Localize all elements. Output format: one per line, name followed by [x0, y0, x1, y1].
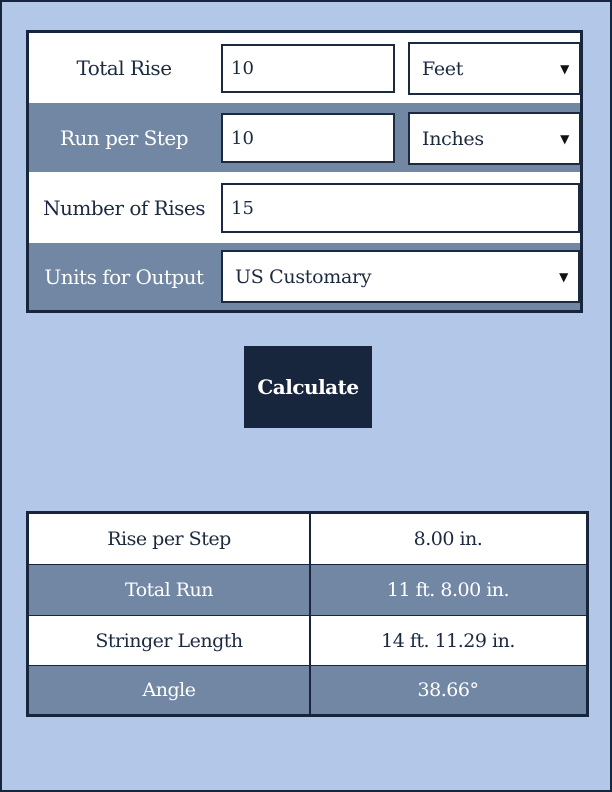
input-form: Total Rise Feet ▼ Run per Step Inches ▼ …: [26, 30, 583, 313]
total-rise-row: Total Rise Feet ▼: [29, 33, 581, 102]
result-value: 8.00 in.: [413, 528, 483, 550]
calculator-frame: Total Rise Feet ▼ Run per Step Inches ▼ …: [0, 0, 612, 792]
run-per-step-unit-value: Inches: [422, 127, 484, 150]
column-divider: [309, 514, 311, 714]
result-value: 11 ft. 8.00 in.: [386, 579, 510, 601]
total-rise-unit-value: Feet: [422, 57, 464, 80]
result-row: Total Run 11 ft. 8.00 in.: [29, 565, 586, 615]
row-divider: [29, 665, 586, 666]
result-label: Total Run: [125, 579, 214, 601]
chevron-down-icon: ▼: [559, 269, 568, 284]
total-rise-label: Total Rise: [76, 55, 172, 80]
results-table: Rise per Step 8.00 in. Total Run 11 ft. …: [26, 511, 589, 717]
result-row: Stringer Length 14 ft. 11.29 in.: [29, 616, 586, 666]
number-of-rises-row: Number of Rises: [29, 173, 580, 242]
total-rise-input[interactable]: [221, 44, 395, 93]
row-divider: [29, 564, 586, 565]
total-rise-unit-select[interactable]: Feet ▼: [408, 42, 581, 95]
calculate-button[interactable]: Calculate: [244, 346, 372, 428]
result-label: Rise per Step: [107, 528, 231, 550]
row-divider: [29, 615, 586, 616]
number-of-rises-input[interactable]: [221, 183, 580, 233]
number-of-rises-label: Number of Rises: [42, 195, 206, 220]
run-per-step-input[interactable]: [221, 113, 395, 163]
units-for-output-label: Units for Output: [44, 264, 204, 289]
units-for-output-select[interactable]: US Customary ▼: [221, 250, 580, 303]
result-label: Angle: [142, 679, 196, 701]
result-label: Stringer Length: [95, 630, 243, 652]
result-value: 38.66°: [417, 679, 479, 701]
chevron-down-icon: ▼: [560, 131, 569, 146]
units-for-output-row: Units for Output US Customary ▼: [29, 243, 580, 310]
chevron-down-icon: ▼: [560, 61, 569, 76]
result-row: Angle 38.66°: [29, 666, 586, 714]
run-per-step-row: Run per Step Inches ▼: [29, 103, 581, 172]
result-row: Rise per Step 8.00 in.: [29, 514, 586, 564]
result-value: 14 ft. 11.29 in.: [381, 630, 515, 652]
units-for-output-value: US Customary: [235, 265, 372, 288]
run-per-step-label: Run per Step: [59, 125, 189, 150]
run-per-step-unit-select[interactable]: Inches ▼: [408, 112, 581, 165]
